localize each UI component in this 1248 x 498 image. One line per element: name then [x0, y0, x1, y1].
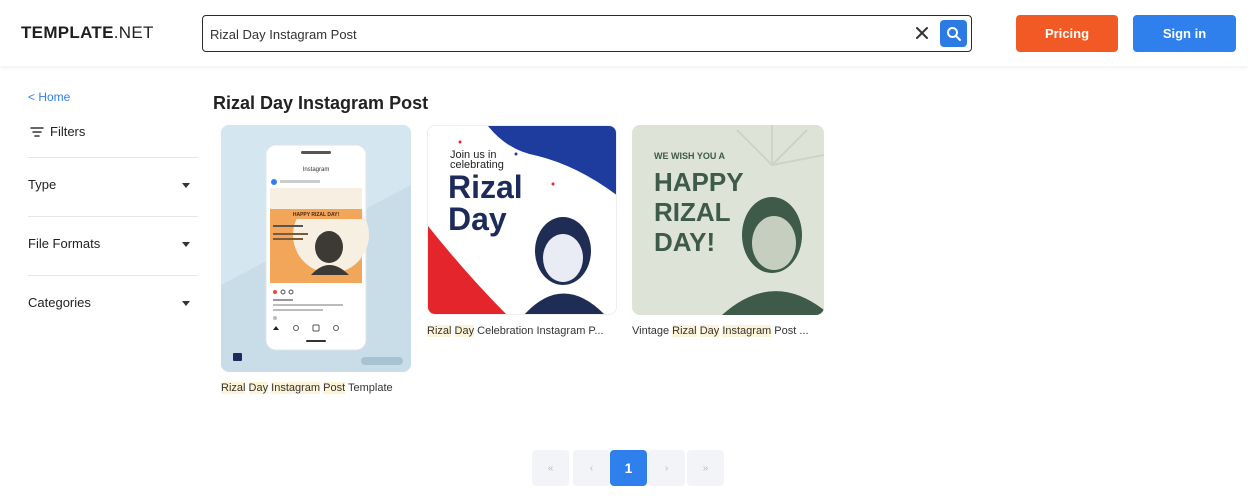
chevron-down-icon — [182, 183, 190, 188]
caption-highlight-word: Rizal — [672, 325, 697, 337]
art-big-3: DAY! — [654, 227, 715, 257]
top-header: TEMPLATE.NET Pricing Sign in — [0, 0, 1248, 66]
caption-highlight-word: Day — [454, 325, 475, 337]
pagination-last-button[interactable]: » — [687, 450, 724, 486]
search-icon — [946, 26, 962, 42]
caption-highlight-word: Day — [248, 382, 269, 394]
sidebar-filter-file-formats[interactable]: File Formats — [28, 216, 198, 274]
filters-toggle[interactable]: Filters — [30, 124, 85, 139]
caption-highlight-word: Day — [699, 325, 720, 337]
art-big-2: Day — [448, 201, 507, 237]
caption-highlight-word: Instagram — [271, 382, 321, 394]
sidebar-filter-categories[interactable]: Categories — [28, 275, 198, 333]
clear-search-icon[interactable] — [911, 22, 933, 44]
sidebar-filter-type[interactable]: Type — [28, 157, 198, 215]
template-thumbnail: Instagram HAPPY RIZAL DAY! — [221, 125, 411, 372]
template-card-2[interactable]: Join us in celebrating Rizal Day Rizal D… — [427, 125, 617, 345]
caption-highlight-word: Instagram — [722, 325, 772, 337]
template-thumbnail: Join us in celebrating Rizal Day — [427, 125, 617, 315]
pagination-page-1[interactable]: 1 — [610, 450, 647, 486]
filters-label: Filters — [50, 124, 86, 139]
art-small: WE WISH YOU A — [654, 151, 726, 161]
chevron-down-icon — [182, 242, 190, 247]
template-thumbnail: WE WISH YOU A HAPPY RIZAL DAY! — [632, 125, 824, 315]
pagination-first-button[interactable]: « — [532, 450, 569, 486]
sidebar-filter-label: Type — [28, 177, 57, 192]
site-logo[interactable]: TEMPLATE.NET — [21, 23, 154, 43]
caption-rest: Template — [348, 382, 393, 394]
search-submit-button[interactable] — [940, 20, 967, 47]
mock-app-title: Instagram — [303, 167, 330, 173]
template-card-3[interactable]: WE WISH YOU A HAPPY RIZAL DAY! Vintage R… — [632, 125, 824, 345]
template-caption[interactable]: Vintage Rizal Day Instagram Post ... — [632, 325, 809, 337]
template-caption[interactable]: Rizal Day Instagram Post Template — [221, 382, 393, 394]
home-breadcrumb-link[interactable]: < Home — [28, 90, 70, 104]
page-title: Rizal Day Instagram Post — [213, 93, 429, 113]
caption-highlight-word: Rizal — [221, 382, 246, 394]
sign-in-button[interactable]: Sign in — [1133, 15, 1236, 52]
art-big-1: Rizal — [448, 169, 523, 205]
search-bar — [202, 15, 972, 52]
caption-rest: ... — [799, 325, 809, 337]
caption-highlight-word: Post — [774, 325, 797, 337]
pagination-prev-button[interactable]: ‹ — [573, 450, 610, 486]
caption-highlight-word: Rizal — [427, 325, 452, 337]
caption-prefix: Vintage — [632, 325, 670, 337]
art-big-1: HAPPY — [654, 167, 744, 197]
caption-highlight-word: Post — [323, 382, 346, 394]
logo-bold-text: TEMPLATE — [21, 23, 114, 42]
sidebar-filter-label: Categories — [28, 295, 91, 310]
template-card-1[interactable]: Instagram HAPPY RIZAL DAY! Rizal Day Ins… — [221, 125, 411, 400]
sidebar-filter-label: File Formats — [28, 236, 101, 251]
filter-icon — [30, 126, 44, 138]
chevron-down-icon — [182, 301, 190, 306]
art-big-2: RIZAL — [654, 197, 731, 227]
caption-rest: Celebration Instagram P... — [477, 325, 604, 337]
search-input[interactable] — [210, 24, 890, 44]
pagination-next-button[interactable]: › — [648, 450, 685, 486]
mock-post-text: HAPPY RIZAL DAY! — [293, 212, 340, 218]
template-caption[interactable]: Rizal Day Celebration Instagram P... — [427, 325, 604, 337]
logo-light-text: .NET — [113, 23, 154, 42]
pricing-button[interactable]: Pricing — [1016, 15, 1118, 52]
